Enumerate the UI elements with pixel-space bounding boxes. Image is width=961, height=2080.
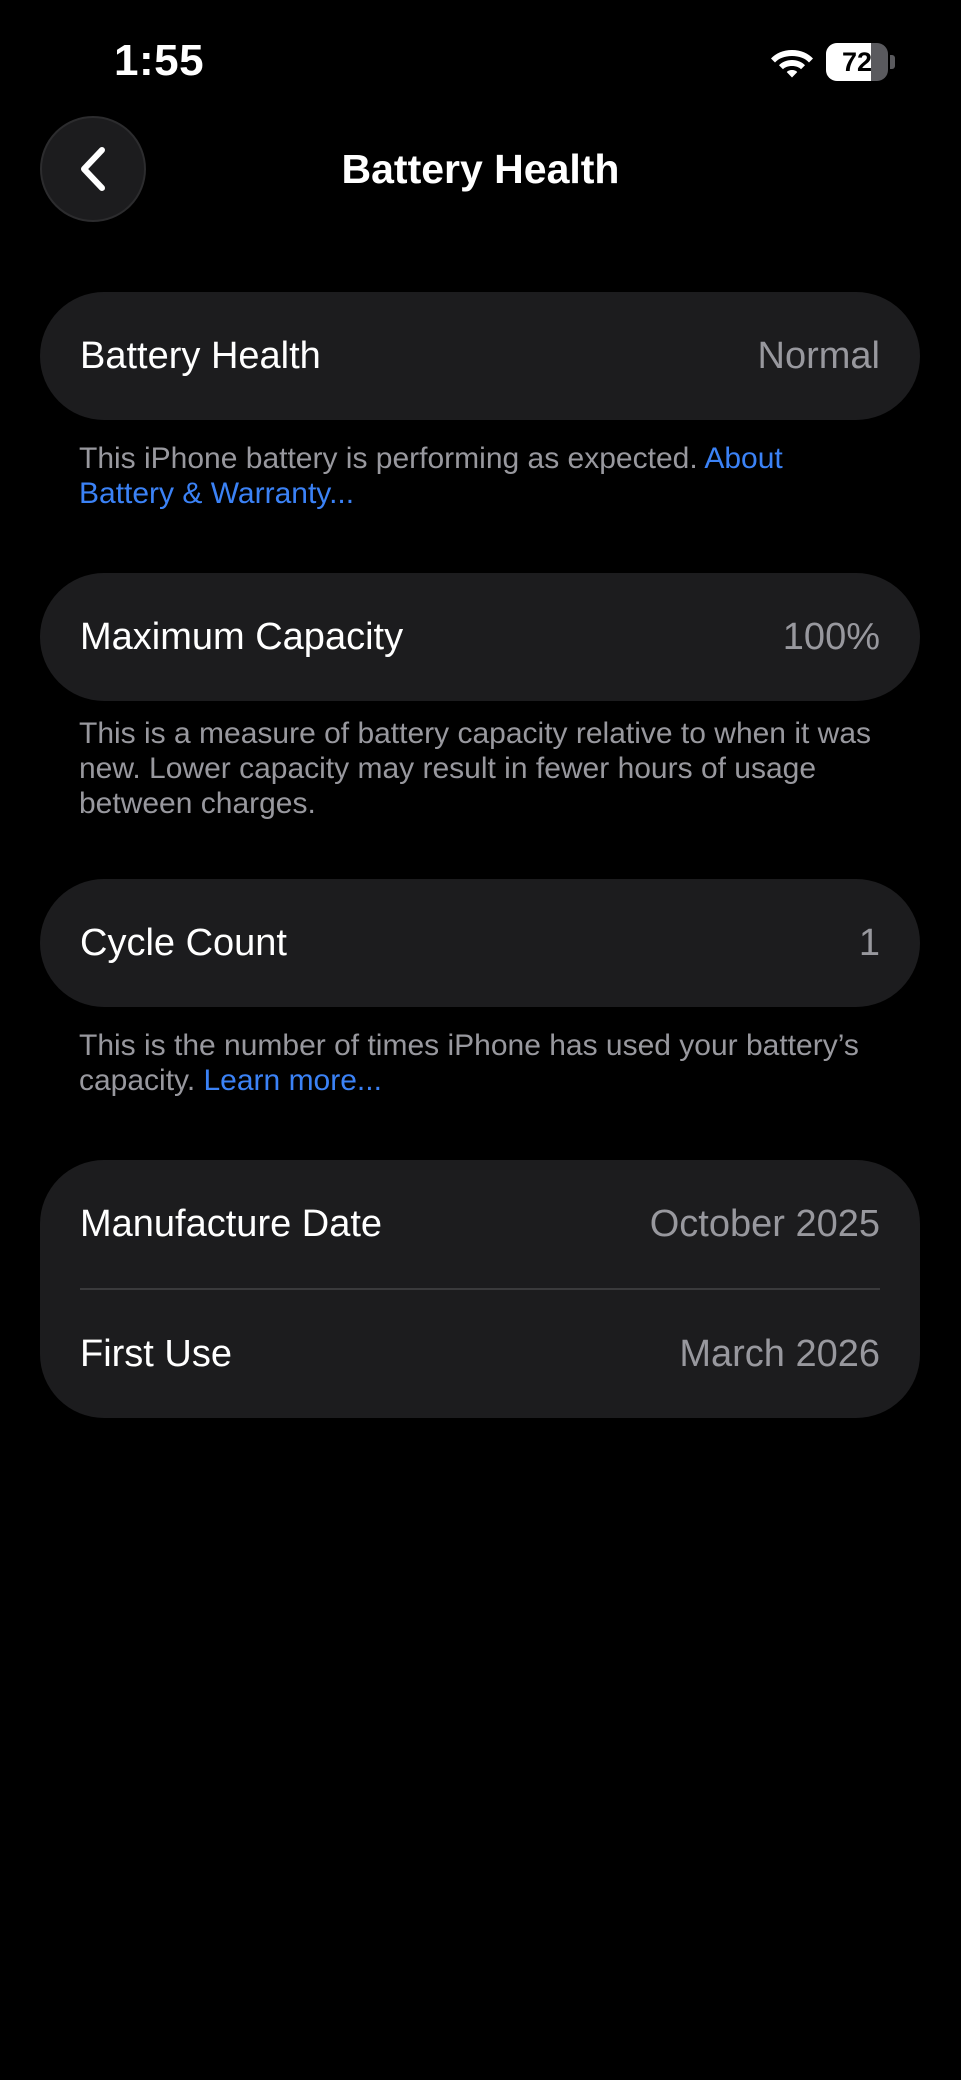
battery-icon: 72 (826, 43, 896, 81)
battery-health-footer: This iPhone battery is performing as exp… (79, 441, 879, 511)
maximum-capacity-value: 100% (782, 615, 880, 658)
learn-more-link[interactable]: Learn more... (204, 1064, 382, 1097)
battery-body: 72 (826, 43, 888, 81)
battery-health-footer-text: This iPhone battery is performing as exp… (79, 442, 705, 475)
battery-health-value: Normal (757, 334, 880, 377)
dates-group: Manufacture Date October 2025 First Use … (40, 1160, 920, 1418)
status-time: 1:55 (114, 36, 205, 85)
maximum-capacity-footer: This is a measure of battery capacity re… (79, 716, 879, 821)
wifi-icon (771, 50, 813, 78)
battery-health-group: Battery Health Normal (40, 292, 920, 420)
maximum-capacity-label: Maximum Capacity (80, 615, 404, 658)
cycle-count-footer: This is the number of times iPhone has u… (79, 1028, 879, 1098)
battery-percent: 72 (841, 47, 873, 77)
maximum-capacity-footer-text: This is a measure of battery capacity re… (79, 717, 872, 820)
battery-health-screen: 1:55 72 Battery Health Battery Health No… (0, 0, 961, 2080)
maximum-capacity-row: Maximum Capacity 100% (40, 573, 920, 701)
cycle-count-footer-text: This is the number of times iPhone has u… (79, 1029, 859, 1097)
maximum-capacity-group: Maximum Capacity 100% (40, 573, 920, 701)
manufacture-date-row: Manufacture Date October 2025 (40, 1160, 920, 1288)
page-title: Battery Health (341, 146, 620, 192)
cycle-count-group: Cycle Count 1 (40, 879, 920, 1007)
manufacture-date-label: Manufacture Date (80, 1202, 383, 1245)
first-use-row: First Use March 2026 (40, 1290, 920, 1418)
cycle-count-row: Cycle Count 1 (40, 879, 920, 1007)
first-use-value: March 2026 (679, 1332, 880, 1375)
first-use-label: First Use (80, 1332, 232, 1375)
cycle-count-value: 1 (858, 921, 880, 964)
battery-tip (890, 55, 895, 69)
battery-health-row: Battery Health Normal (40, 292, 920, 420)
battery-health-label: Battery Health (80, 334, 321, 377)
cycle-count-label: Cycle Count (80, 921, 287, 964)
manufacture-date-value: October 2025 (649, 1202, 880, 1245)
